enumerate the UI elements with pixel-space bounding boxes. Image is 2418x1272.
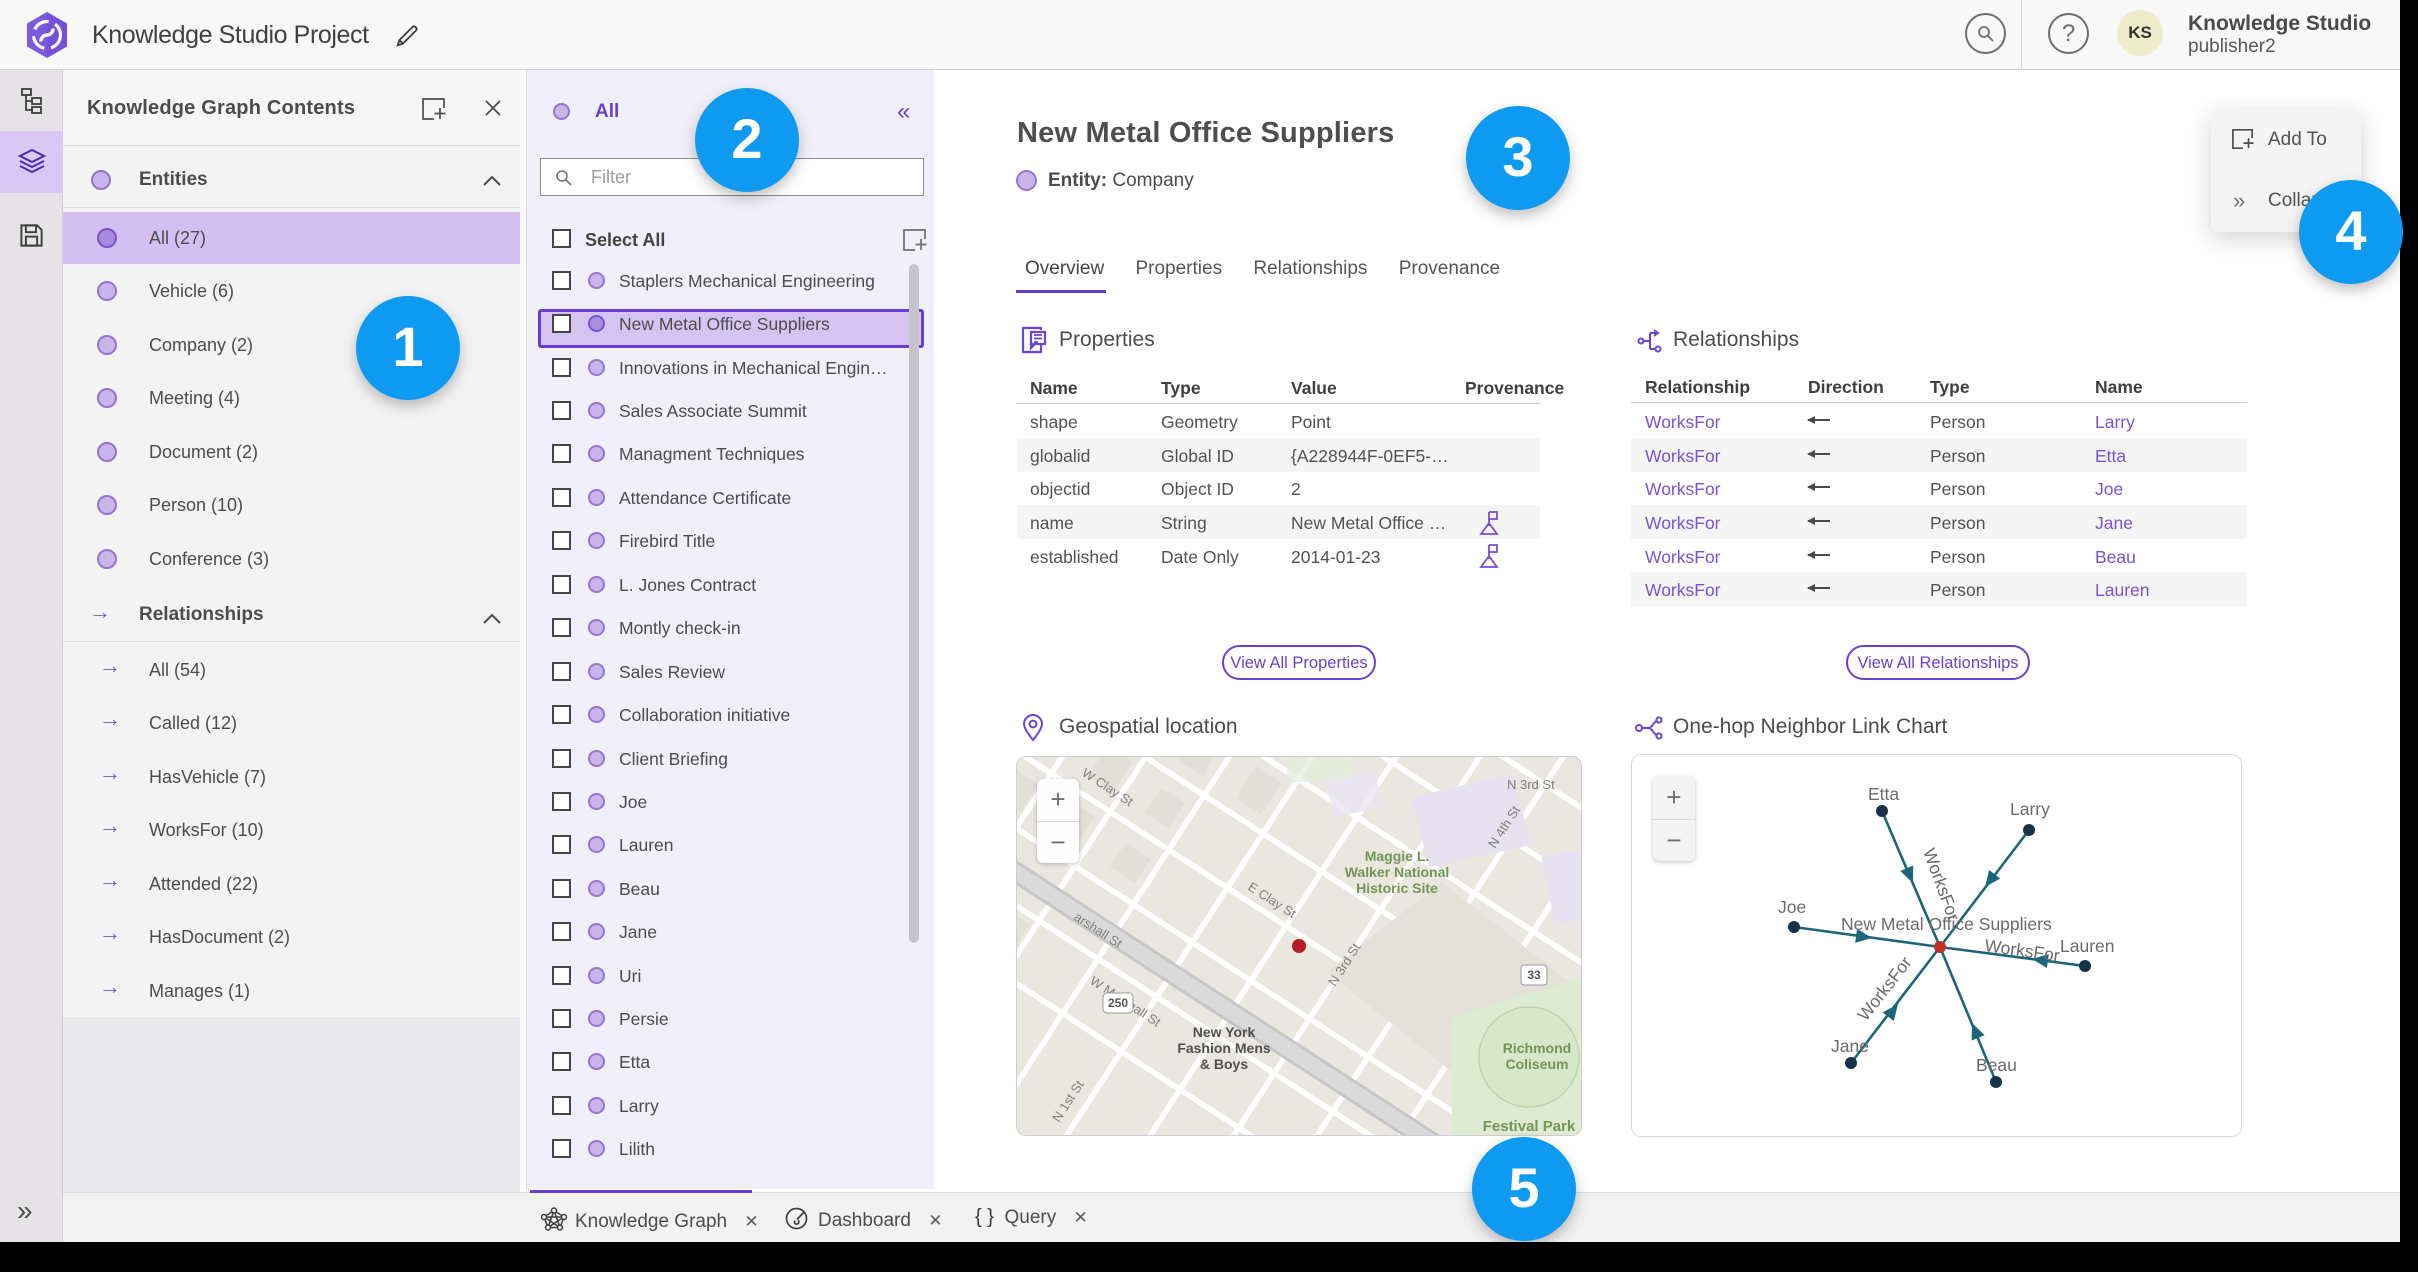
svg-text:Richmond: Richmond [1503, 1040, 1571, 1056]
svg-text:Maggie L.: Maggie L. [1365, 848, 1430, 864]
svg-text:Fashion Mens: Fashion Mens [1177, 1040, 1271, 1056]
svg-text:Etta: Etta [1868, 784, 1899, 804]
svg-text:Joe: Joe [1778, 897, 1806, 917]
svg-text:Larry: Larry [2010, 799, 2050, 819]
svg-text:Lauren: Lauren [2060, 936, 2115, 956]
svg-text:33: 33 [1527, 968, 1541, 982]
svg-text:250: 250 [1108, 996, 1128, 1010]
svg-text:Historic Site: Historic Site [1356, 880, 1438, 896]
svg-text:Walker National: Walker National [1345, 864, 1450, 880]
svg-text:Beau: Beau [1976, 1055, 2017, 1075]
svg-text:Jane: Jane [1831, 1036, 1869, 1056]
svg-text:& Boys: & Boys [1200, 1056, 1248, 1072]
svg-text:N 3rd St: N 3rd St [1507, 777, 1555, 792]
svg-text:New York: New York [1193, 1024, 1256, 1040]
svg-text:Festival Park: Festival Park [1483, 1118, 1576, 1135]
svg-text:WorksFor: WorksFor [1983, 935, 2061, 965]
svg-text:Coliseum: Coliseum [1505, 1056, 1568, 1072]
